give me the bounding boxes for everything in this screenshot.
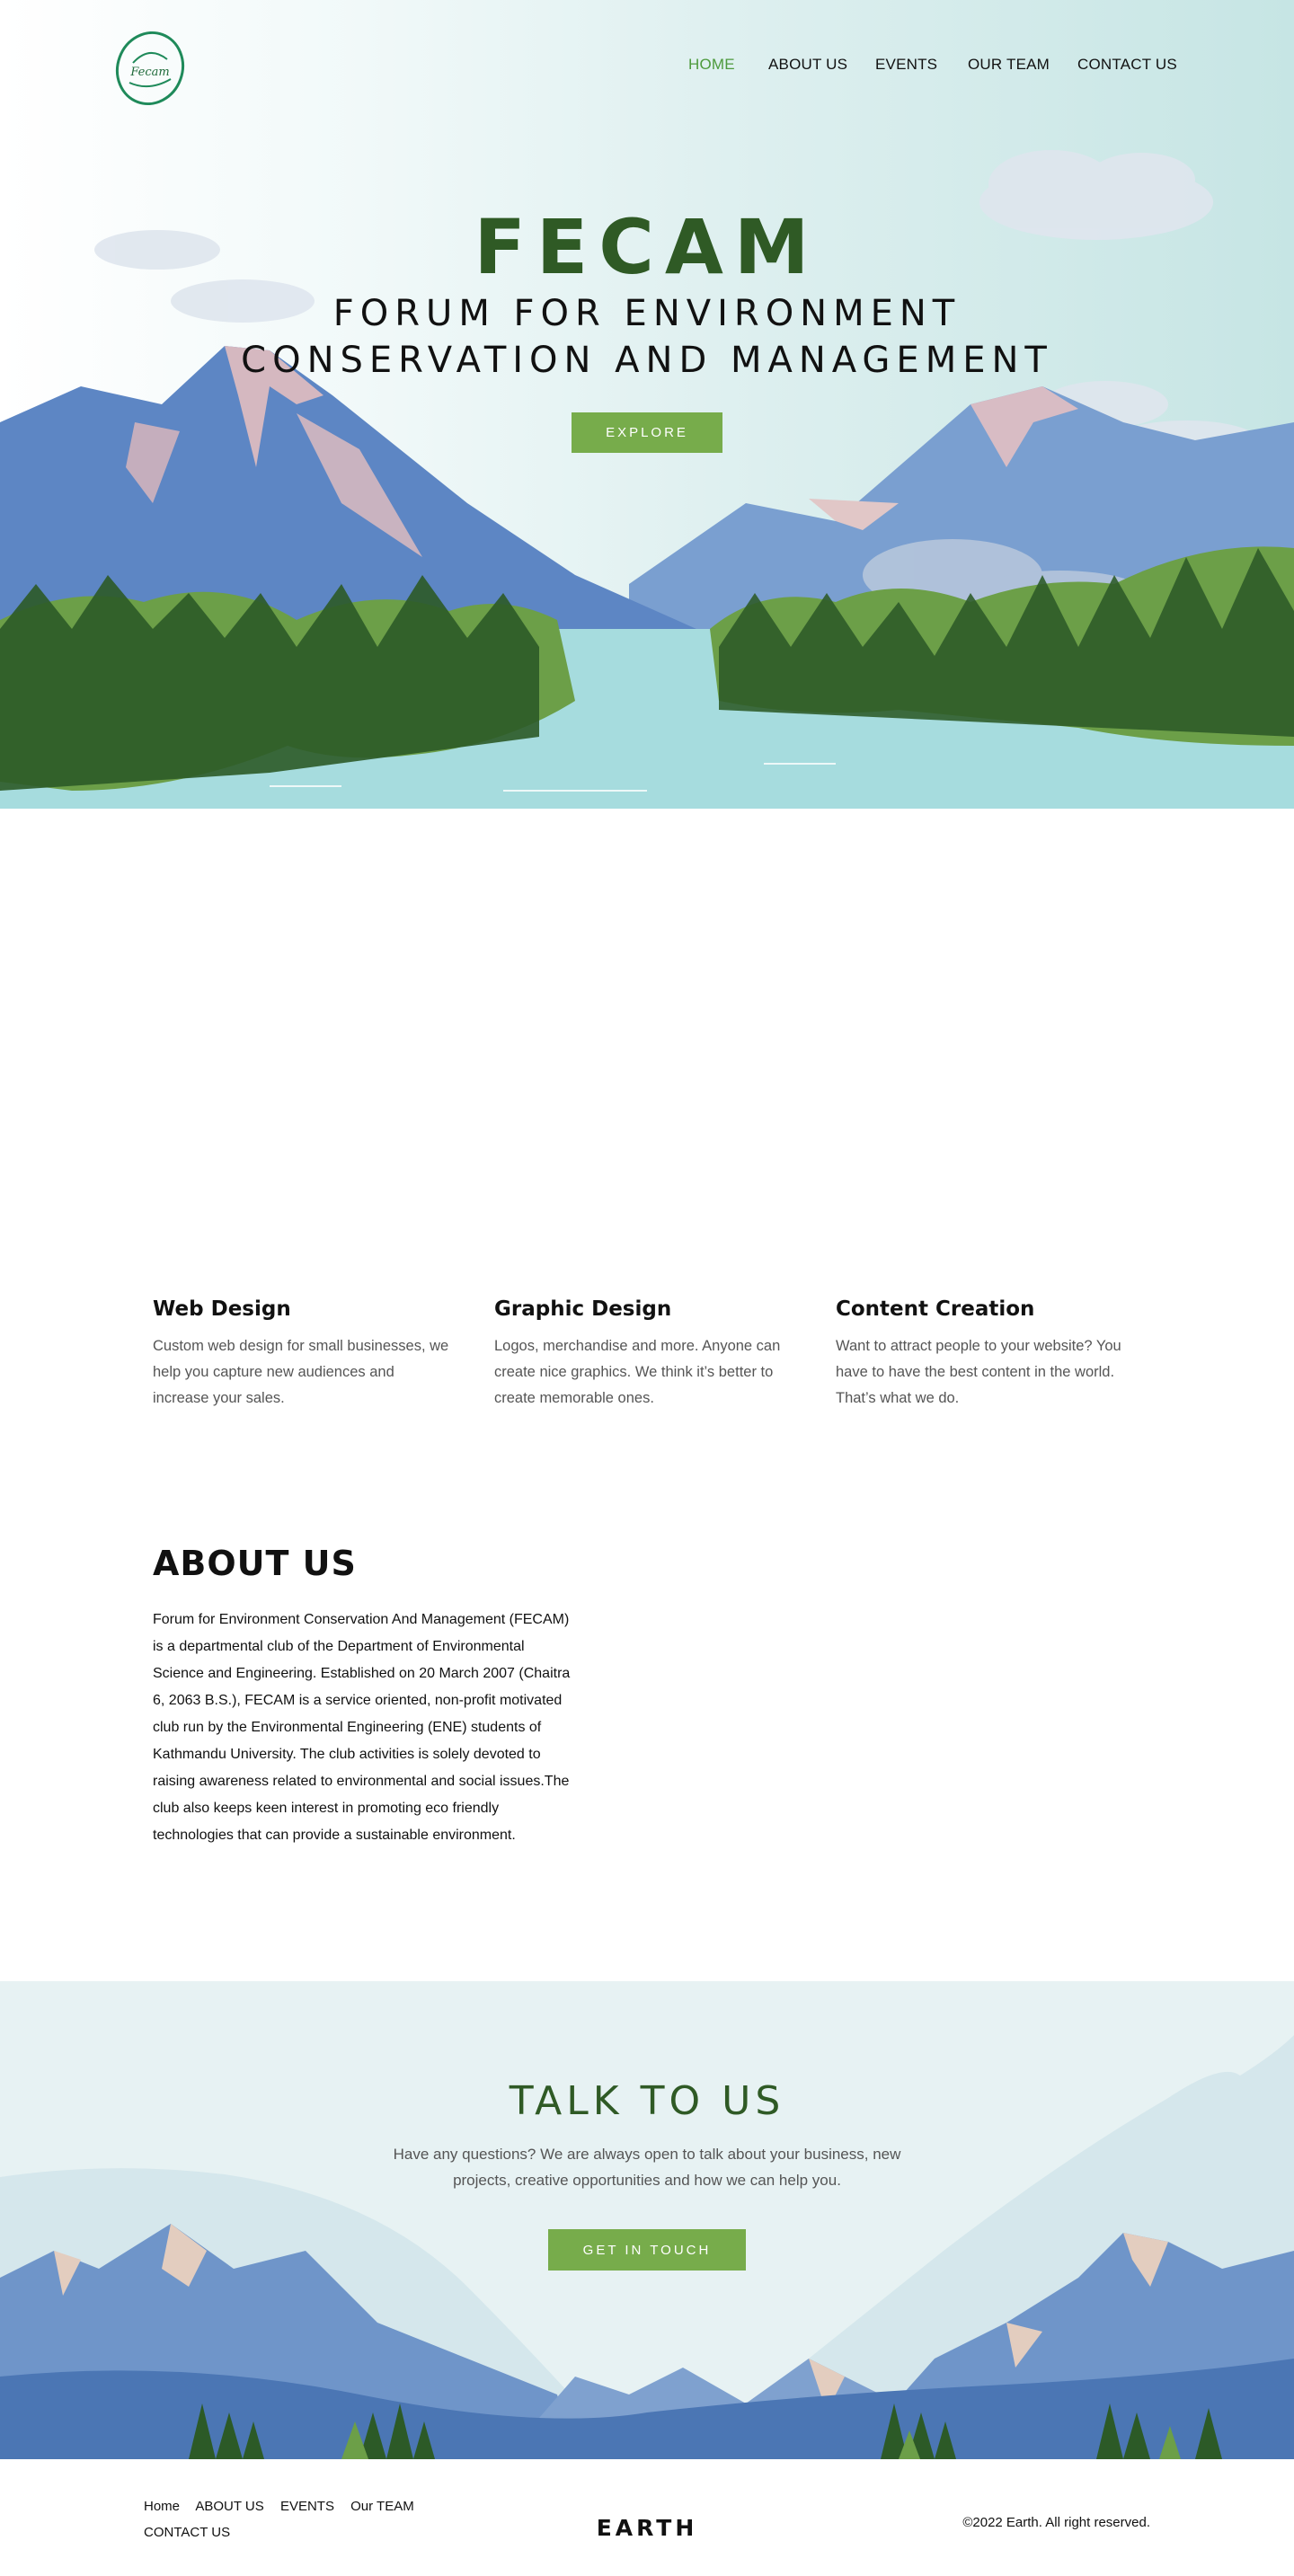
get-in-touch-button[interactable]: GET IN TOUCH: [548, 2229, 746, 2271]
nav-contact-us[interactable]: CONTACT US: [1077, 56, 1177, 74]
footer-link-home[interactable]: Home: [144, 2499, 180, 2514]
footer: Home ABOUT US EVENTS Our TEAM CONTACT US…: [0, 2459, 1294, 2576]
footer-copyright: ©2022 Earth. All right reserved.: [962, 2515, 1150, 2530]
nav-home[interactable]: HOME: [688, 56, 735, 74]
nav-about-us[interactable]: ABOUT US: [768, 56, 847, 74]
contact-mountain-illustration: [0, 2035, 1294, 2459]
service-card-web-design: Web Design Custom web design for small b…: [153, 1297, 449, 1412]
service-card-graphic-design: Graphic Design Logos, merchandise and mo…: [494, 1297, 791, 1412]
service-title: Web Design: [153, 1297, 291, 1321]
nav-events[interactable]: EVENTS: [875, 56, 937, 74]
footer-links: Home ABOUT US EVENTS Our TEAM CONTACT US: [144, 2493, 449, 2545]
service-text: Custom web design for small businesses, …: [153, 1338, 449, 1406]
contact-section: TALK TO US Have any questions? We are al…: [0, 1981, 1294, 2459]
about-title: ABOUT US: [153, 1544, 357, 1583]
footer-brand: EARTH: [596, 2515, 698, 2541]
service-title: Content Creation: [836, 1297, 1035, 1321]
contact-title: TALK TO US: [509, 2078, 785, 2124]
main-nav: HOME ABOUT US EVENTS OUR TEAM CONTACT US: [0, 56, 1294, 83]
hero-section: Fecam HOME ABOUT US EVENTS OUR TEAM CONT…: [0, 0, 1294, 809]
footer-link-contact-us[interactable]: CONTACT US: [144, 2525, 230, 2540]
footer-link-our-team[interactable]: Our TEAM: [350, 2499, 414, 2514]
service-text: Want to attract people to your website? …: [836, 1338, 1121, 1406]
hero-subtitle-line2: CONSERVATION AND MANAGEMENT: [241, 340, 1053, 381]
service-title: Graphic Design: [494, 1297, 672, 1321]
service-card-content-creation: Content Creation Want to attract people …: [836, 1297, 1132, 1412]
explore-button[interactable]: EXPLORE: [572, 412, 722, 453]
contact-text: Have any questions? We are always open t…: [393, 2146, 901, 2189]
mountain-landscape-illustration: [0, 150, 1294, 809]
service-text: Logos, merchandise and more. Anyone can …: [494, 1338, 781, 1406]
hero-title: FECAM: [474, 203, 820, 291]
hero-subtitle-line1: FORUM FOR ENVIRONMENT: [332, 293, 962, 334]
footer-link-about-us[interactable]: ABOUT US: [195, 2499, 263, 2514]
footer-link-events[interactable]: EVENTS: [280, 2499, 334, 2514]
nav-our-team[interactable]: OUR TEAM: [968, 56, 1050, 74]
about-text: Forum for Environment Conservation And M…: [153, 1612, 571, 1843]
